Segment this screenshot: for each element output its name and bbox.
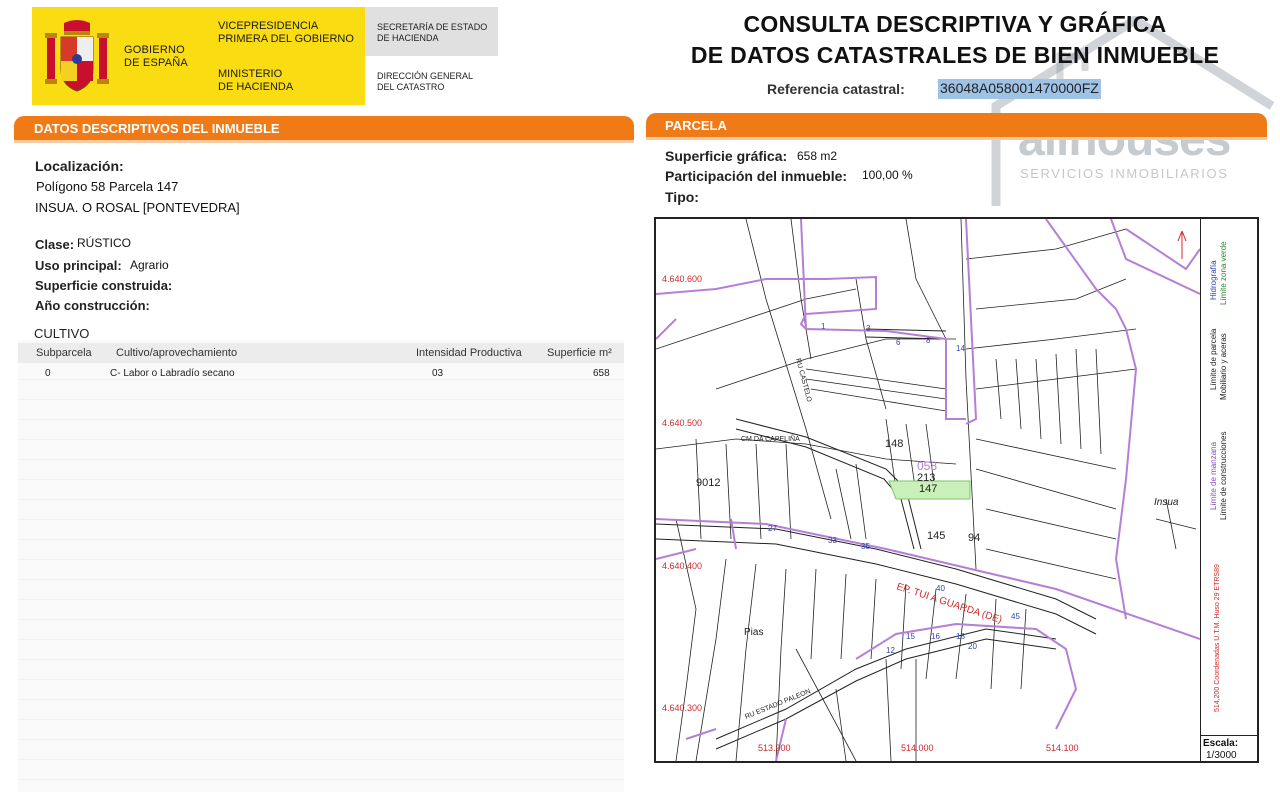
clase-value: RÚSTICO xyxy=(77,236,131,250)
col-intensidad: Intensidad Productiva xyxy=(416,347,522,359)
street-label: CM DA CAPELIÑA xyxy=(741,434,800,443)
number-label: 20 xyxy=(968,642,977,651)
number-label: 18 xyxy=(956,632,965,641)
col-superficie: Superficie m² xyxy=(547,347,612,359)
street-label: RU CASTELO xyxy=(794,358,812,404)
ministerio-text: MINISTERIO DE HACIENDA xyxy=(218,68,294,93)
parcel-label: 147 xyxy=(919,483,937,495)
ref-catastral-value[interactable]: 36048A058001470000FZ xyxy=(938,79,1101,99)
legend-mobiliario: Mobiliario y aceras xyxy=(1219,333,1228,400)
scale-label: Escala: xyxy=(1203,738,1239,749)
place-label: Insua xyxy=(1154,497,1179,508)
tipo-label: Tipo: xyxy=(665,189,699,205)
watermark-tagline: SERVICIOS INMOBILIARIOS xyxy=(1020,166,1229,181)
participacion-label: Participación del inmueble: xyxy=(665,168,848,184)
uso-principal-value: Agrario xyxy=(130,258,169,272)
cultivo-table xyxy=(18,340,624,792)
secretaria-text: SECRETARÍA DE ESTADO DE HACIENDA xyxy=(377,22,488,43)
coord-system-label: 514,200 Coordenadas U.T.M. Huso 29 ETRS8… xyxy=(1214,564,1221,712)
localizacion-line1: Polígono 58 Parcela 147 xyxy=(36,179,179,194)
participacion-value: 100,00 % xyxy=(862,168,913,182)
clase-label: Clase: xyxy=(35,237,75,252)
page-title: CONSULTA DESCRIPTIVA Y GRÁFICA DE DATOS … xyxy=(690,11,1220,68)
parcel-label: 9012 xyxy=(696,477,720,489)
parcel-label: 058 xyxy=(917,459,937,473)
direccion-text: DIRECCIÓN GENERAL DEL CATASTRO xyxy=(377,71,474,92)
section-divider xyxy=(14,140,634,143)
cadastral-map-drawing[interactable]: 27 33 35 40 45 15 16 18 20 12 14 6 8 1 3… xyxy=(656,219,1200,761)
y-coord-label: 4.640.300 xyxy=(662,703,702,713)
parcela-header: PARCELA xyxy=(646,113,1267,137)
coat-of-arms-icon xyxy=(45,20,109,92)
superficie-grafica-value: 658 m2 xyxy=(797,149,838,163)
uso-principal-label: Uso principal: xyxy=(35,258,122,273)
superficie-grafica-label: Superficie gráfica: xyxy=(665,148,788,164)
legend-manzana: Límite de manzana xyxy=(1209,441,1218,510)
parcel-label: 94 xyxy=(968,532,980,544)
number-label: 33 xyxy=(828,536,837,545)
government-logo-block: GOBIERNO DE ESPAÑA VICEPRESIDENCIA PRIME… xyxy=(32,7,365,105)
number-label: 8 xyxy=(926,336,931,345)
y-coord-label: 4.640.400 xyxy=(662,561,702,571)
parcel-labels: 148 213 147 145 9012 058 94 Insua Pias xyxy=(696,438,1179,638)
col-subparcela: Subparcela xyxy=(36,347,92,359)
ref-catastral-label: Referencia catastral: xyxy=(767,81,905,97)
section-divider xyxy=(646,137,1267,140)
cultivo-table-header xyxy=(18,343,624,363)
number-label: 14 xyxy=(956,344,965,353)
vicepresidencia-text: VICEPRESIDENCIA PRIMERA DEL GOBIERNO xyxy=(218,20,354,45)
legend-hidrografia: Hidrografía xyxy=(1209,260,1218,300)
number-label: 35 xyxy=(861,542,870,551)
superficie-construida-label: Superficie construida: xyxy=(35,278,173,293)
place-label: Pias xyxy=(744,627,763,638)
x-coord-label: 514.100 xyxy=(1046,743,1079,753)
number-label: 16 xyxy=(931,632,940,641)
gobierno-text: GOBIERNO DE ESPAÑA xyxy=(124,44,188,69)
y-coord-label: 4.640.600 xyxy=(662,274,702,284)
cultivo-title: CULTIVO xyxy=(34,326,90,341)
col-cultivo: Cultivo/aprovechamiento xyxy=(116,347,238,359)
number-label: 40 xyxy=(936,584,945,593)
legend-zona-verde: Límite zona verde xyxy=(1219,241,1228,305)
parcel-label: 145 xyxy=(927,530,945,542)
cell-cultivo: C- Labor o Labradío secano xyxy=(110,368,235,379)
road-label: EP. TUI A GUARDA (DE) xyxy=(895,581,1003,626)
x-coord-label: 513.900 xyxy=(758,743,791,753)
north-arrow-icon xyxy=(1177,230,1187,259)
legend-parcela: Límite de parcela xyxy=(1209,328,1218,390)
localizacion-line2: INSUA. O ROSAL [PONTEVEDRA] xyxy=(35,200,240,215)
parcel-label: 148 xyxy=(885,438,903,450)
x-coord-label: 514.000 xyxy=(901,743,934,753)
number-label: 1 xyxy=(821,322,826,331)
datos-descriptivos-header: DATOS DESCRIPTIVOS DEL INMUEBLE xyxy=(14,116,634,140)
number-label: 15 xyxy=(906,632,915,641)
cell-superficie: 658 xyxy=(593,368,610,379)
cell-intensidad: 03 xyxy=(432,368,444,379)
number-label: 45 xyxy=(1011,612,1020,621)
number-label: 12 xyxy=(886,646,895,655)
coord-labels: 4.640.600 4.640.500 4.640.400 4.640.300 … xyxy=(662,274,1079,753)
road-lines xyxy=(656,328,1097,750)
scale-value: 1/3000 xyxy=(1206,750,1237,761)
cell-subparcela: 0 xyxy=(45,368,51,379)
number-label: 3 xyxy=(866,324,871,333)
y-coord-label: 4.640.500 xyxy=(662,418,702,428)
number-label: 27 xyxy=(768,524,777,533)
anio-construccion-label: Año construcción: xyxy=(35,298,150,313)
localizacion-label: Localización: xyxy=(35,158,124,174)
number-label: 6 xyxy=(896,338,901,347)
legend-construcciones: Límite de construcciones xyxy=(1219,431,1228,521)
